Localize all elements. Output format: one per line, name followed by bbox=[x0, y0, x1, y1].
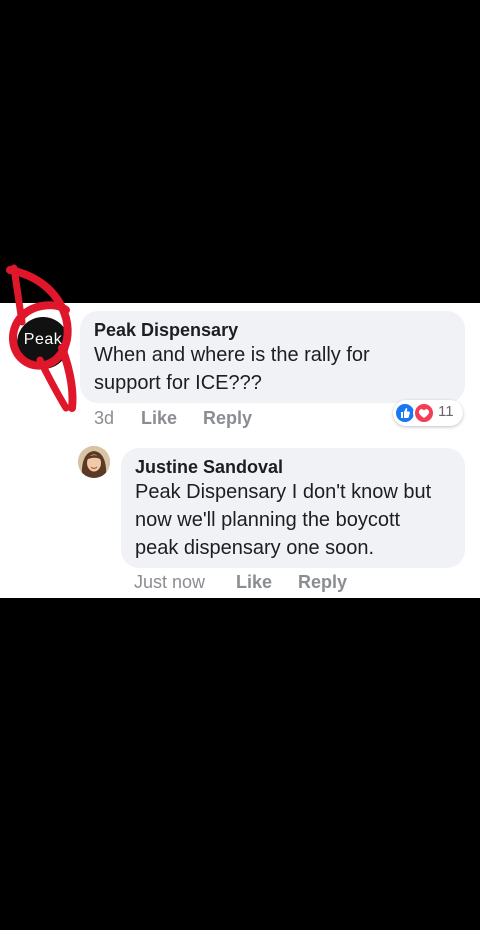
comment-like-button[interactable]: Like bbox=[141, 408, 177, 429]
reply-author[interactable]: Justine Sandoval bbox=[135, 456, 451, 478]
reply-text-line-1: Peak Dispensary I don't know but bbox=[135, 481, 432, 503]
reply-like-button[interactable]: Like bbox=[236, 572, 272, 593]
comment-text-line-2: support for ICE??? bbox=[94, 372, 262, 394]
love-icon bbox=[413, 402, 435, 424]
comment-author[interactable]: Peak Dispensary bbox=[94, 319, 451, 341]
comment-text-line-1: When and where is the rally for bbox=[94, 344, 370, 366]
comment-actions: 3d Like Reply bbox=[94, 408, 294, 432]
reply-bubble: Justine Sandoval Peak Dispensary I don't… bbox=[121, 448, 465, 568]
comment-bubble: Peak Dispensary When and where is the ra… bbox=[80, 311, 465, 403]
reply-text-line-3: peak dispensary one soon. bbox=[135, 537, 375, 559]
comment-reply-button[interactable]: Reply bbox=[203, 408, 252, 429]
reaction-summary[interactable]: 11 bbox=[393, 400, 463, 426]
reply-actions: Just now Like Reply bbox=[134, 572, 394, 596]
justine-sandoval-avatar[interactable] bbox=[78, 446, 110, 478]
reply-text-line-2: now we'll planning the boycott bbox=[135, 509, 401, 531]
reaction-count: 11 bbox=[438, 403, 454, 420]
reply-timestamp[interactable]: Just now bbox=[134, 572, 205, 593]
comment-timestamp[interactable]: 3d bbox=[94, 408, 114, 429]
reply-reply-button[interactable]: Reply bbox=[298, 572, 347, 593]
